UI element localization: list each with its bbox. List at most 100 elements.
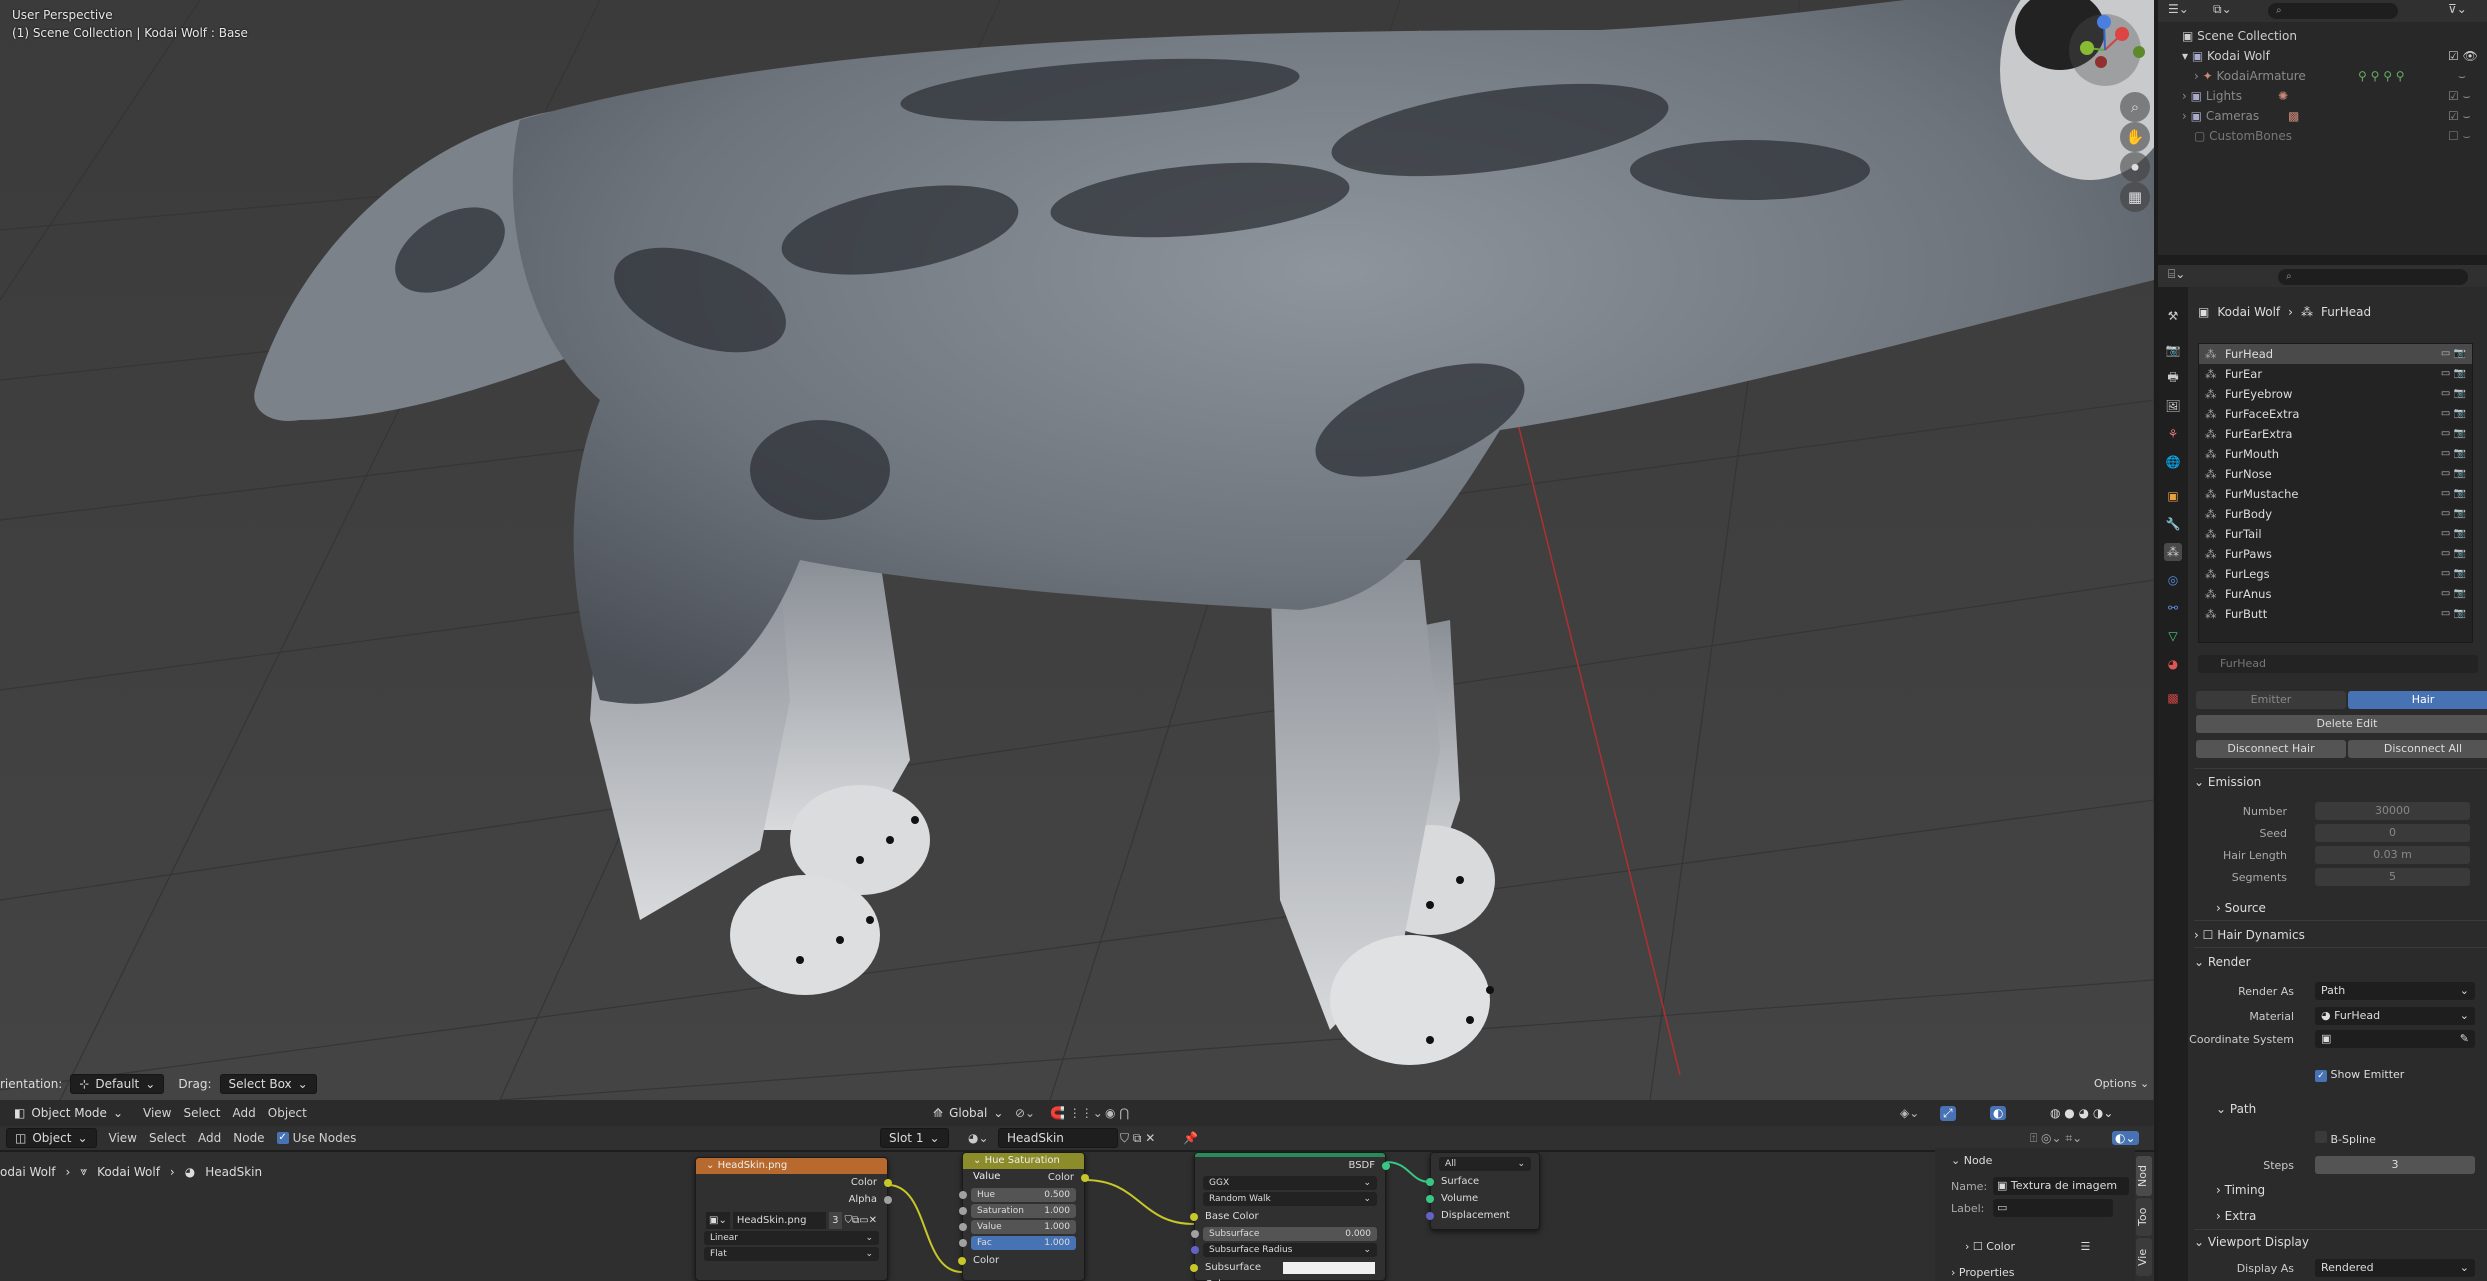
number-field[interactable]: 30000 xyxy=(2315,802,2470,820)
subsurface-method-dropdown[interactable]: Random Walk ⌄ xyxy=(1203,1192,1377,1206)
hue-saturation-node[interactable]: ⌄ Hue Saturation Value Color Hue 0.500 Sa… xyxy=(958,1152,1089,1281)
subsurface-color-swatch[interactable] xyxy=(1283,1262,1375,1274)
outliner-search-input[interactable]: ⌕ xyxy=(2268,3,2398,19)
bsdf-output-socket[interactable] xyxy=(1382,1162,1390,1170)
viewport-render-toggle-icons[interactable]: ▭ 📷 xyxy=(2441,604,2466,624)
subsurface-field[interactable]: Subsurface 0.000 xyxy=(1191,1227,1377,1241)
disconnect-hair-button[interactable]: Disconnect Hair xyxy=(2196,740,2346,758)
particle-system-row[interactable]: ⁂ FurEyebrow ▭ 📷 xyxy=(2199,384,2472,404)
image-color-socket[interactable] xyxy=(884,1179,892,1187)
type-hair-button[interactable]: Hair xyxy=(2348,691,2487,709)
visibility-checkbox-icon[interactable]: ☑ ⌣ xyxy=(2448,106,2470,126)
source-section-header[interactable]: › Source xyxy=(2216,901,2266,915)
output-tab-icon[interactable]: 🖶 xyxy=(2164,369,2182,387)
orientation-dropdown[interactable]: ⊹ Default ⌄ xyxy=(70,1074,165,1094)
viewport-render-toggle-icons[interactable]: ▭ 📷 xyxy=(2441,484,2466,504)
shading-modes-icon[interactable]: ◍ ● ◕ ◑⌄ xyxy=(2050,1106,2113,1120)
viewport-display-section-header[interactable]: ⌄ Viewport Display xyxy=(2194,1235,2309,1249)
world-tab-icon[interactable]: 🌐 xyxy=(2164,453,2182,471)
pan-hand-icon[interactable]: ✋ xyxy=(2120,122,2150,152)
eyedropper-icon[interactable]: ✎ xyxy=(2460,1030,2469,1048)
viewport-render-toggle-icons[interactable]: ▭ 📷 xyxy=(2441,584,2466,604)
particle-system-row[interactable]: ⁂ FurButt ▭ 📷 xyxy=(2199,604,2472,624)
image-actions-icon[interactable]: ⛉⧉▭✕ xyxy=(845,1212,877,1229)
particle-system-row[interactable]: ⁂ FurBody ▭ 📷 xyxy=(2199,504,2472,524)
particle-system-row[interactable]: ⁂ FurEarExtra ▭ 📷 xyxy=(2199,424,2472,444)
node-color-section[interactable]: › ☐ Color ☰ xyxy=(1965,1240,2090,1253)
outliner-item-kodai-wolf[interactable]: ▾ ▣ Kodai Wolf ☑ 👁 xyxy=(2158,46,2487,66)
outliner-scene-collection[interactable]: ▣ Scene Collection xyxy=(2158,26,2487,46)
pivot-icon[interactable]: ⊘⌄ xyxy=(1015,1106,1035,1120)
filter-icon[interactable]: ⊽⌄ xyxy=(2448,2,2467,16)
slot-dropdown[interactable]: Slot 1 ⌄ xyxy=(880,1128,949,1148)
type-emitter-button[interactable]: Emitter xyxy=(2196,691,2346,709)
zoom-icon[interactable]: ⌕ xyxy=(2120,92,2150,122)
viewport-render-toggle-icons[interactable]: ▭ 📷 xyxy=(2441,444,2466,464)
node-editor[interactable]: odai Wolf › ⩔ Kodai Wolf › ◕ HeadSkin ⌄ … xyxy=(0,1152,2154,1281)
node-menu-view[interactable]: View xyxy=(109,1131,137,1145)
viewport-render-toggle-icons[interactable]: ▭ 📷 xyxy=(2441,564,2466,584)
image-file-name[interactable]: HeadSkin.png xyxy=(732,1212,827,1229)
material-name-field[interactable]: HeadSkin xyxy=(998,1128,1118,1148)
image-node-header[interactable]: ⌄ HeadSkin.png xyxy=(696,1158,887,1174)
display-mode-icon[interactable]: ⧉⌄ xyxy=(2213,2,2232,17)
viewport-render-toggle-icons[interactable]: ▭ 📷 xyxy=(2441,524,2466,544)
particles-tab-icon[interactable]: ⁂ xyxy=(2164,543,2182,561)
particle-system-row[interactable]: ⁂ FurNose ▭ 📷 xyxy=(2199,464,2472,484)
value-field[interactable]: Value 1.000 xyxy=(959,1220,1076,1234)
list-icon[interactable]: ☰ xyxy=(2081,1240,2091,1253)
delete-edit-button[interactable]: Delete Edit xyxy=(2196,715,2487,733)
particle-system-row[interactable]: ⁂ FurHead ▭ 📷 xyxy=(2199,344,2472,364)
segments-field[interactable]: 5 xyxy=(2315,868,2470,886)
modifier-tab-icon[interactable]: 🔧 xyxy=(2164,515,2182,533)
image-texture-node[interactable]: ⌄ HeadSkin.png Color Alpha ▣⌄ HeadSkin.p… xyxy=(695,1157,892,1281)
value-socket[interactable] xyxy=(959,1223,967,1231)
viewport-render-toggle-icons[interactable]: ▭ 📷 xyxy=(2441,344,2466,364)
snap-icon[interactable]: 🧲 ⋮⋮⌄ xyxy=(1050,1106,1103,1120)
emission-section-header[interactable]: ⌄ Emission xyxy=(2194,775,2261,789)
outliner-item-lights[interactable]: › ▣ Lights ✺ ☑ ⌣ xyxy=(2158,86,2487,106)
base-color-socket[interactable] xyxy=(1190,1213,1198,1221)
steps-field[interactable]: 3 xyxy=(2315,1156,2475,1174)
viewport-render-toggle-icons[interactable]: ▭ 📷 xyxy=(2441,364,2466,384)
visibility-checkbox-icon[interactable]: ☑ ⌣ xyxy=(2448,86,2470,106)
view-layer-tab-icon[interactable]: 🖼 xyxy=(2164,397,2182,415)
output-target-dropdown[interactable]: All ⌄ xyxy=(1439,1157,1531,1171)
options-button[interactable]: Options ⌄ xyxy=(2094,1077,2149,1090)
hide-icon[interactable]: ⌣ xyxy=(2458,66,2466,86)
properties-search-input[interactable]: ⌕ xyxy=(2278,269,2468,285)
projection-dropdown[interactable]: Flat ⌄ xyxy=(704,1247,879,1261)
visibility-icon[interactable]: ◈⌄ xyxy=(1900,1106,1919,1120)
menu-object[interactable]: Object xyxy=(268,1106,307,1120)
seed-field[interactable]: 0 xyxy=(2315,824,2470,842)
outliner-editor-icon[interactable]: ☰⌄ xyxy=(2168,2,2189,16)
node-label-field[interactable]: ▭ xyxy=(1993,1199,2113,1217)
image-alpha-socket[interactable] xyxy=(884,1196,892,1204)
particle-system-row[interactable]: ⁂ FurMustache ▭ 📷 xyxy=(2199,484,2472,504)
sidebar-tab-view[interactable]: Vie xyxy=(2136,1238,2152,1276)
texture-tab-icon[interactable]: ▩ xyxy=(2164,689,2182,707)
particle-system-list[interactable]: ⁂ FurHead ▭ 📷 ⁂ FurEar ▭ 📷 ⁂ FurEyebrow ▭ 📷 ⁂ FurF… xyxy=(2198,343,2473,643)
material-dropdown[interactable]: ◕ FurHead ⌄ xyxy=(2315,1007,2475,1025)
hair-length-field[interactable]: 0.03 m xyxy=(2315,846,2470,864)
principled-bsdf-node[interactable]: BSDF GGX ⌄ Random Walk ⌄ Base Color Subsur… xyxy=(1190,1152,1390,1281)
bspline-checkbox[interactable]: B-Spline xyxy=(2315,1131,2376,1146)
hsv-output-socket[interactable] xyxy=(1081,1174,1089,1182)
visibility-checkbox-icon[interactable]: ☐ ⌣ xyxy=(2448,126,2470,146)
menu-add[interactable]: Add xyxy=(233,1106,256,1120)
viewport-render-toggle-icons[interactable]: ▭ 📷 xyxy=(2441,544,2466,564)
viewport-render-toggle-icons[interactable]: ▭ 📷 xyxy=(2441,404,2466,424)
outliner-item-armature[interactable]: › ✦ KodaiArmature ⚲ ⚲ ⚲ ⚲ ⌣ xyxy=(2158,66,2487,86)
transform-orientation-dropdown[interactable]: ⟰ Global ⌄ xyxy=(925,1104,1012,1122)
display-as-dropdown[interactable]: Rendered ⌄ xyxy=(2315,1259,2475,1277)
node-section-header[interactable]: ⌄ Node xyxy=(1951,1154,1992,1167)
render-as-dropdown[interactable]: Path ⌄ xyxy=(2315,982,2475,1000)
material-tab-icon[interactable]: ◕ xyxy=(2164,655,2182,673)
image-browse-icon[interactable]: ▣⌄ xyxy=(706,1212,730,1229)
material-browse-icon[interactable]: ◕⌄ xyxy=(968,1131,989,1145)
image-selector[interactable]: ▣⌄ HeadSkin.png 3 ⛉⧉▭✕ xyxy=(696,1212,887,1229)
show-emitter-checkbox[interactable]: ✓ Show Emitter xyxy=(2315,1068,2404,1082)
saturation-socket[interactable] xyxy=(959,1207,967,1215)
drag-dropdown[interactable]: Select Box ⌄ xyxy=(219,1074,317,1094)
fac-field[interactable]: Fac 1.000 xyxy=(959,1236,1076,1250)
